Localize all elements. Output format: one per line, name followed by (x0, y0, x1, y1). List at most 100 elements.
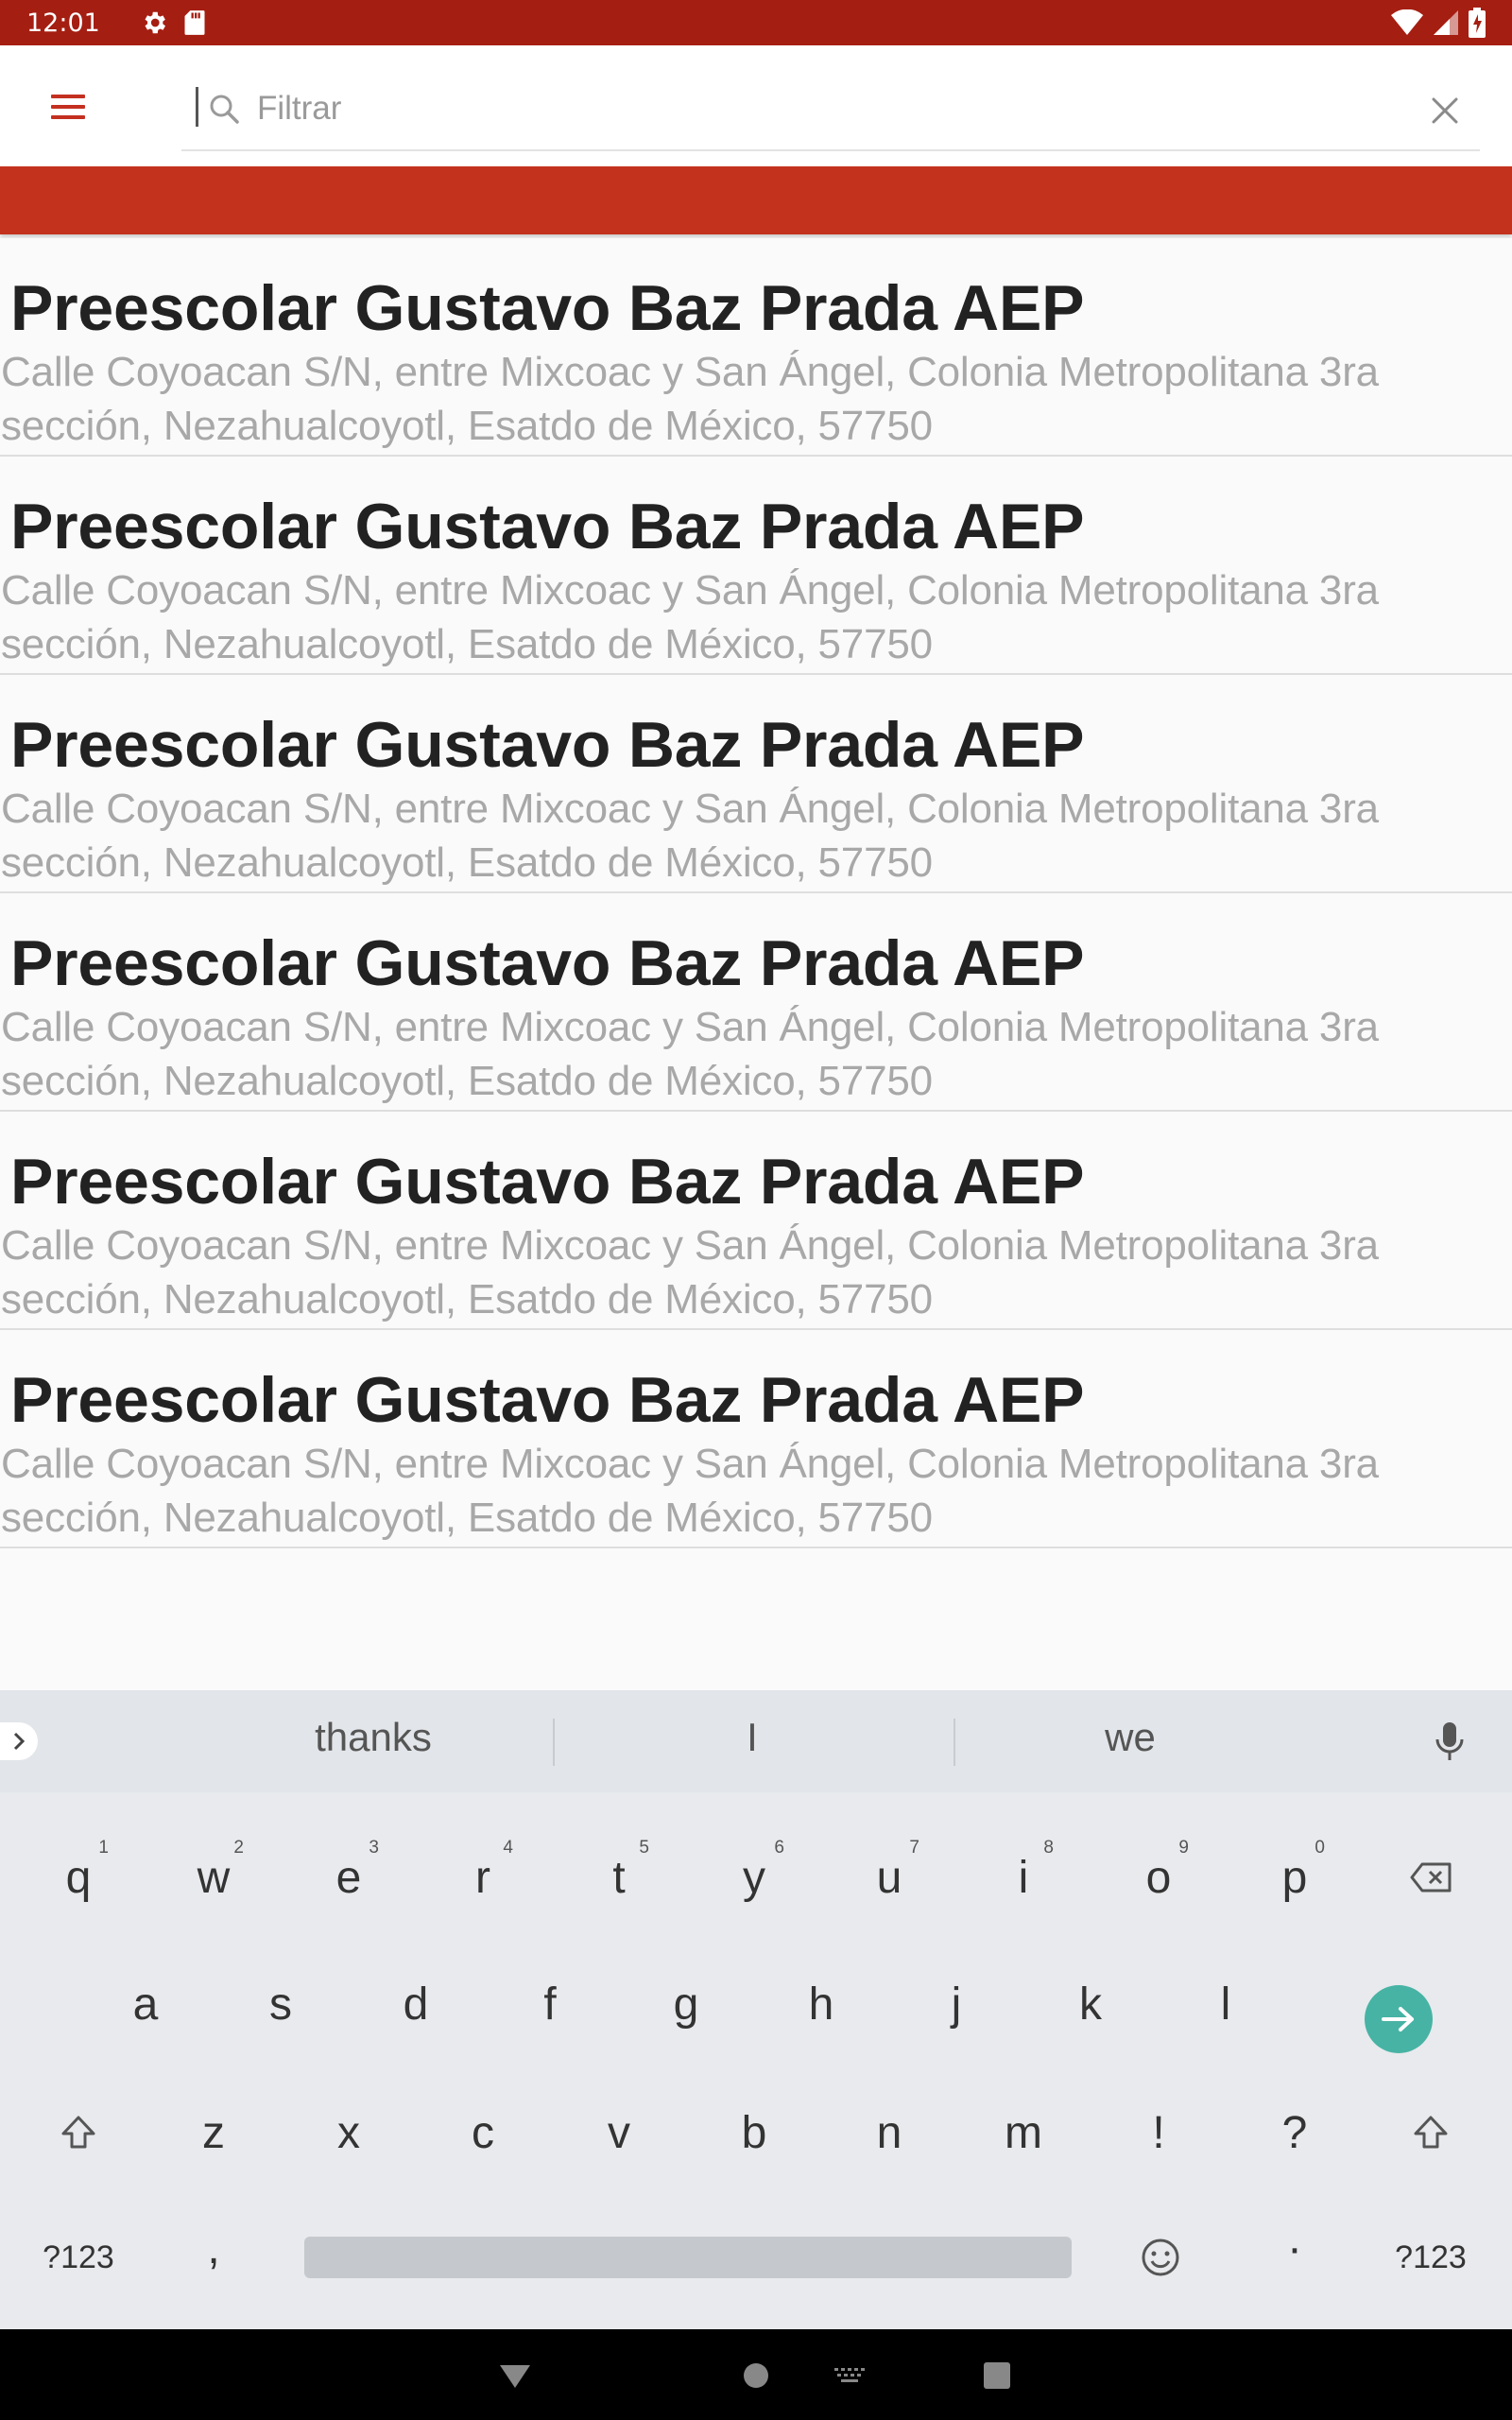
list-item[interactable]: Preescolar Gustavo Baz Prada AEP Calle C… (0, 457, 1512, 675)
suggestion-1[interactable]: thanks (184, 1715, 562, 1770)
key-label: i (1018, 1852, 1029, 1903)
item-title: Preescolar Gustavo Baz Prada AEP (10, 491, 1085, 562)
space-bar[interactable] (304, 2237, 1072, 2278)
key-k[interactable]: k (1024, 1947, 1157, 2061)
search-input[interactable] (257, 81, 1372, 136)
suggestion-2[interactable]: I (563, 1715, 941, 1770)
key-g[interactable]: g (620, 1947, 752, 2061)
key-f[interactable]: f (484, 1947, 616, 2061)
search-box[interactable] (181, 76, 1480, 151)
key-i[interactable]: i8 (957, 1821, 1090, 1934)
key-label: b (741, 2107, 767, 2158)
key-label: t (612, 1852, 626, 1903)
key-period[interactable]: · (1228, 2191, 1361, 2305)
key-t[interactable]: t5 (553, 1821, 685, 1934)
item-title: Preescolar Gustavo Baz Prada AEP (10, 927, 1085, 999)
suggestion-3[interactable]: we (941, 1715, 1319, 1770)
microphone-icon[interactable] (1433, 1719, 1467, 1766)
recents-icon[interactable] (973, 2352, 1021, 2399)
key-w[interactable]: w2 (147, 1821, 280, 1934)
symbols-key[interactable]: ?123 (12, 2201, 145, 2314)
key-label: u (876, 1852, 902, 1903)
enter-arrow-icon[interactable] (1365, 1985, 1433, 2053)
hamburger-menu-icon[interactable] (38, 83, 98, 130)
back-icon[interactable] (491, 2352, 539, 2399)
navigation-bar (0, 2329, 1512, 2420)
item-title: Preescolar Gustavo Baz Prada AEP (10, 709, 1085, 781)
key-label: ? (1281, 2107, 1308, 2158)
key-d[interactable]: d (350, 1947, 482, 2061)
settings-icon (140, 9, 168, 37)
key-r[interactable]: r4 (417, 1821, 549, 1934)
list-item[interactable]: Preescolar Gustavo Baz Prada AEP Calle C… (0, 238, 1512, 457)
key-hint: 0 (1314, 1838, 1325, 1858)
key-label: w (197, 1852, 231, 1903)
key-label: r (475, 1852, 490, 1903)
key-b[interactable]: b (688, 2076, 820, 2189)
results-list: Preescolar Gustavo Baz Prada AEP Calle C… (0, 238, 1512, 1548)
home-icon[interactable] (732, 2352, 780, 2399)
suggestion-divider (553, 1719, 555, 1766)
key-label: ! (1152, 2107, 1165, 2158)
key-label: g (673, 1979, 699, 2030)
text-cursor (196, 87, 198, 127)
key-label: m (1005, 2107, 1042, 2158)
keyboard-switch-icon[interactable] (826, 2352, 873, 2399)
key-hint: 8 (1043, 1838, 1054, 1858)
key-n[interactable]: n (823, 2076, 955, 2189)
list-item[interactable]: Preescolar Gustavo Baz Prada AEP Calle C… (0, 675, 1512, 893)
item-title: Preescolar Gustavo Baz Prada AEP (10, 1146, 1085, 1218)
key-label: j (951, 1979, 962, 2030)
signal-icon (1433, 9, 1459, 36)
sd-card-icon (183, 9, 206, 36)
key-q[interactable]: q1 (12, 1821, 145, 1934)
shift-icon[interactable] (12, 2076, 145, 2189)
key-m[interactable]: m (957, 2076, 1090, 2189)
key-comma[interactable]: , (147, 2191, 280, 2305)
key-a[interactable]: a (79, 1947, 212, 2061)
key-hint: 6 (774, 1838, 784, 1858)
emoji-icon[interactable] (1094, 2201, 1227, 2314)
close-icon[interactable] (1421, 87, 1469, 134)
key-s[interactable]: s (215, 1947, 347, 2061)
key-l[interactable]: l (1160, 1947, 1292, 2061)
list-item[interactable]: Preescolar Gustavo Baz Prada AEP Calle C… (0, 893, 1512, 1112)
key-u[interactable]: u7 (823, 1821, 955, 1934)
key-label: c (472, 2107, 494, 2158)
status-bar: 12:01 (0, 0, 1512, 45)
key-exclamation[interactable]: ! (1092, 2076, 1225, 2189)
key-label: q (65, 1852, 92, 1903)
expand-suggestions-icon[interactable] (0, 1722, 38, 1760)
key-v[interactable]: v (553, 2076, 685, 2189)
item-address: Calle Coyoacan S/N, entre Mixcoac y San … (1, 1222, 1379, 1322)
key-j[interactable]: j (890, 1947, 1022, 2061)
key-hint: 5 (639, 1838, 649, 1858)
symbols-key[interactable]: ?123 (1365, 2201, 1497, 2314)
key-label: e (335, 1852, 362, 1903)
key-x[interactable]: x (283, 2076, 415, 2189)
backspace-icon[interactable] (1365, 1821, 1497, 1934)
key-p[interactable]: p0 (1228, 1821, 1361, 1934)
toolbar-accent-band (0, 166, 1512, 234)
suggestion-bar: thanks I we (0, 1690, 1512, 1792)
key-o[interactable]: o9 (1092, 1821, 1225, 1934)
shift-icon[interactable] (1365, 2076, 1497, 2189)
key-hint: 7 (909, 1838, 919, 1858)
key-question[interactable]: ? (1228, 2076, 1361, 2189)
key-z[interactable]: z (147, 2076, 280, 2189)
item-address: Calle Coyoacan S/N, entre Mixcoac y San … (1, 349, 1379, 449)
key-label: n (876, 2107, 902, 2158)
list-item[interactable]: Preescolar Gustavo Baz Prada AEP Calle C… (0, 1112, 1512, 1330)
key-label: z (202, 2107, 225, 2158)
key-c[interactable]: c (417, 2076, 549, 2189)
key-hint: 1 (98, 1838, 109, 1858)
key-e[interactable]: e3 (283, 1821, 415, 1934)
list-item[interactable]: Preescolar Gustavo Baz Prada AEP Calle C… (0, 1330, 1512, 1548)
search-icon (208, 93, 242, 131)
key-label: o (1145, 1852, 1172, 1903)
wifi-icon (1391, 9, 1423, 36)
key-label: p (1281, 1852, 1308, 1903)
key-h[interactable]: h (755, 1947, 887, 2061)
key-label: v (608, 2107, 630, 2158)
key-y[interactable]: y6 (688, 1821, 820, 1934)
